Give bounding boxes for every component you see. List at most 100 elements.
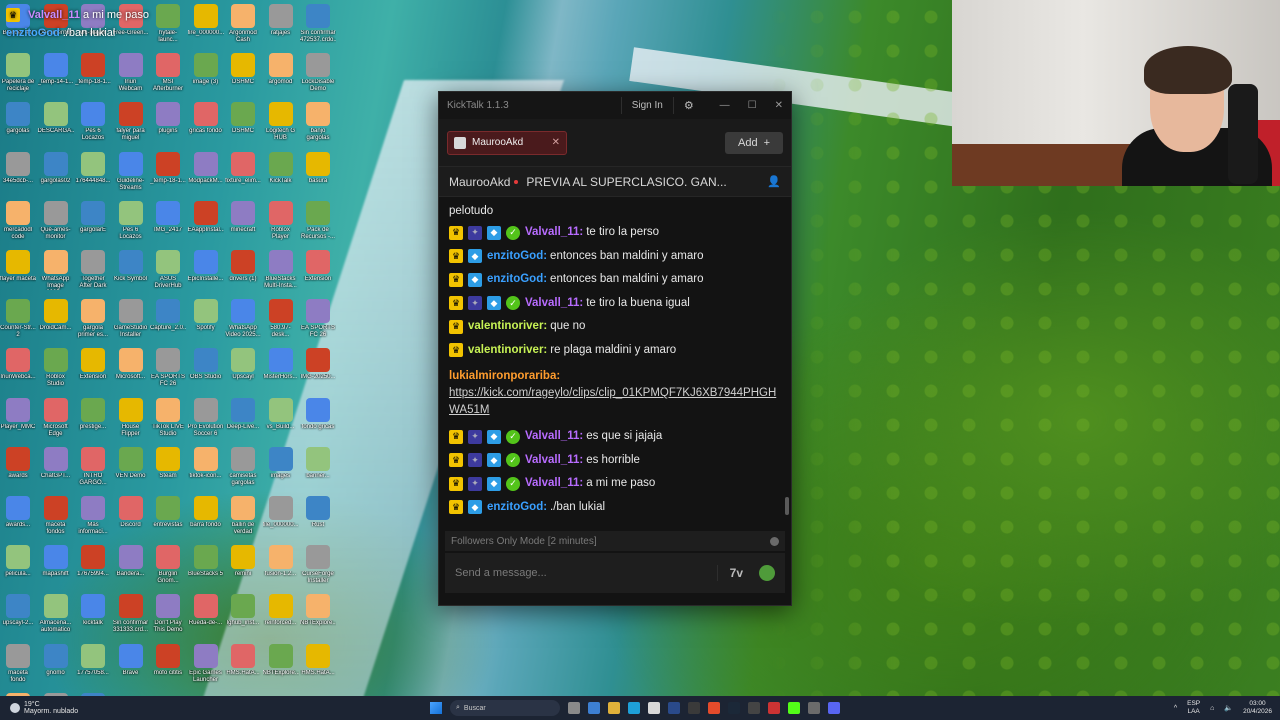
chat-message[interactable]: ♛ ✦ ◆ ✓ Valvall_11: te tiro la buena igual	[449, 292, 779, 316]
cube-badge-icon[interactable]: ◆	[468, 272, 482, 287]
task-view-icon[interactable]	[568, 702, 580, 714]
desktop-icon[interactable]: MisterHors...	[263, 348, 299, 388]
chat-message[interactable]: ♛ ✦ ◆ ✓ Valvall_11: es que si jajaja	[449, 425, 779, 449]
desktop-icon[interactable]: ASUS DriverHub	[150, 250, 186, 290]
desktop-icon[interactable]: INTRO GARGO...	[75, 446, 111, 487]
desktop-icon[interactable]: 580.97-desk...	[263, 299, 299, 339]
desktop-icon[interactable]: images	[263, 446, 299, 487]
verified-badge-icon[interactable]: ✓	[506, 296, 520, 311]
desktop-icon[interactable]: awards...	[0, 496, 36, 536]
chat-username[interactable]: Valvall_11:	[525, 429, 583, 444]
desktop-icon[interactable]: IriunWebca...	[0, 348, 36, 388]
crown-badge-icon[interactable]: ♛	[449, 343, 463, 358]
bot-badge-icon[interactable]: ✦	[468, 225, 482, 240]
desktop-icon[interactable]: pelicula...	[0, 545, 36, 585]
fc-icon[interactable]	[668, 702, 680, 714]
desktop-icon[interactable]: argomod	[263, 53, 299, 93]
desktop-icon[interactable]: lghub_inst...	[225, 594, 261, 634]
desktop-icon[interactable]: ChatGPT...	[38, 446, 74, 487]
cube-badge-icon[interactable]: ◆	[487, 429, 501, 444]
desktop-icon[interactable]: _temp-14-1...	[38, 53, 74, 93]
calculator-icon[interactable]	[648, 702, 660, 714]
desktop-icon[interactable]: EA SPORTS FC 26	[150, 348, 186, 388]
chat-username[interactable]: lukialmironporariba:	[449, 368, 560, 385]
chat-username[interactable]: Valvall_11:	[525, 476, 583, 491]
volume-icon[interactable]: 🔈	[1224, 704, 1233, 712]
desktop-icon[interactable]: mercadodl code	[0, 200, 36, 241]
user-icon[interactable]: 👤	[767, 175, 781, 188]
desktop-icon[interactable]: gricas fondo	[188, 102, 224, 142]
desktop-icon[interactable]: Counter-Str... 2	[0, 299, 36, 339]
desktop-icon[interactable]: Brave	[113, 643, 149, 684]
desktop-icon[interactable]: Spotify	[188, 299, 224, 339]
desktop-icon[interactable]: remini	[225, 545, 261, 585]
desktop-icon[interactable]: Qué-ames-monitor	[38, 200, 74, 241]
desktop-icon[interactable]: 176444848...	[75, 151, 111, 192]
desktop-icon[interactable]: Deep-Live...	[225, 397, 261, 438]
desktop-icon[interactable]: HMS.HatA...	[300, 643, 336, 684]
7tv-emote-icon[interactable]: 7v	[730, 566, 743, 580]
chat-username[interactable]: Valvall_11:	[525, 296, 583, 311]
desktop-icon[interactable]: gargola primer es...	[75, 299, 111, 339]
brave-icon[interactable]	[708, 702, 720, 714]
desktop-icon[interactable]: Sin confirmar 472537.crdo...	[300, 4, 336, 44]
chat-message[interactable]: lukialmironporariba: https://kick.com/rag…	[449, 362, 779, 425]
desktop-icon[interactable]: IMG_2417	[150, 200, 186, 241]
desktop-icon[interactable]: Microsoft Edge	[38, 397, 74, 438]
cube-badge-icon[interactable]: ◆	[487, 296, 501, 311]
desktop-icon[interactable]: banner...	[300, 446, 336, 487]
desktop-icon[interactable]: OBS Studio	[188, 348, 224, 388]
chat-message[interactable]: ♛ ◆ enzitoGod: ./ban lukial	[449, 496, 779, 520]
desktop-icon[interactable]: prestige...	[75, 397, 111, 438]
add-channel-button[interactable]: Add +	[725, 131, 783, 154]
desktop-icon[interactable]: Rueda-de-...	[188, 594, 224, 634]
desktop-icon[interactable]: Player_MMC	[0, 397, 36, 438]
desktop-icon[interactable]: KickTalk	[263, 151, 299, 192]
close-button[interactable]: ✕	[775, 100, 783, 111]
chat-message[interactable]: ♛ valentinoriver: que no	[449, 315, 779, 339]
desktop-icon[interactable]: barra fondo	[188, 496, 224, 536]
desktop-icon[interactable]: Pro Evolution Soccer 6	[188, 397, 224, 438]
desktop-icon[interactable]: House Flipper	[113, 397, 149, 438]
desktop-icon[interactable]: Guideline-Streams	[113, 151, 149, 192]
desktop-icon[interactable]: NBTExplore...	[300, 594, 336, 634]
crown-badge-icon[interactable]: ♛	[449, 453, 463, 468]
cube-badge-icon[interactable]: ◆	[468, 249, 482, 264]
desktop-icon[interactable]: upscayl-2...	[0, 594, 36, 634]
desktop-icon[interactable]: Don't Play This Demo	[150, 594, 186, 634]
desktop-icon[interactable]: DSHMC	[225, 102, 261, 142]
verified-badge-icon[interactable]: ✓	[506, 225, 520, 240]
desktop-icon[interactable]: minecraft	[225, 200, 261, 241]
desktop-icon[interactable]: Almacena... automatico	[38, 594, 74, 634]
chat-message[interactable]: pelotudo	[449, 201, 779, 221]
chat-message[interactable]: ♛ ✦ ◆ ✓ Valvall_11: es horrible	[449, 449, 779, 473]
crown-badge-icon[interactable]: ♛	[449, 225, 463, 240]
desktop-icon[interactable]: ModpackM...	[188, 151, 224, 192]
desktop-icon[interactable]: plugins	[150, 102, 186, 142]
chat-username[interactable]: valentinoriver:	[468, 343, 547, 358]
chat-link[interactable]: https://kick.com/rageylo/clips/clip_01KP…	[449, 385, 779, 419]
desktop-icon[interactable]: Bandera...	[113, 545, 149, 585]
desktop-icon[interactable]: Pack de Recursos -...	[300, 200, 336, 241]
desktop-icon[interactable]: Roblox Studio	[38, 348, 74, 388]
gear-icon[interactable]: ⚙	[684, 99, 694, 112]
desktop-icon[interactable]: file_000000...	[263, 496, 299, 536]
desktop-icon[interactable]: BlueStacks 5	[188, 545, 224, 585]
desktop-icon[interactable]: flayer maceta	[0, 250, 36, 290]
desktop-icon[interactable]: gargolarE	[75, 200, 111, 241]
desktop-icon[interactable]: Kick Symbol	[113, 250, 149, 290]
desktop-icon[interactable]: falyer para miguel	[113, 102, 149, 142]
chat-message[interactable]: ♛ valentinoriver: re plaga maldini y amaro	[449, 339, 779, 363]
desktop-icon[interactable]: DSHMC	[225, 53, 261, 93]
desktop-icon[interactable]: Más informaci...	[75, 496, 111, 536]
desktop-icon[interactable]: entrevistas	[150, 496, 186, 536]
crown-badge-icon[interactable]: ♛	[449, 500, 463, 515]
desktop-icon[interactable]: image (3)	[188, 53, 224, 93]
chat-message[interactable]: ♛ ◆ enzitoGod: entonces ban maldini y amaro	[449, 268, 779, 292]
desktop-icon[interactable]: vs_Build...	[263, 397, 299, 438]
desktop-icon[interactable]: Iriun Webcam	[113, 53, 149, 93]
desktop-icon[interactable]: ratjajes	[263, 4, 299, 44]
desktop-icon[interactable]: _temp-18-1...	[75, 53, 111, 93]
desktop-icon[interactable]: WhatsApp Video 2025...	[225, 299, 261, 339]
steam-icon[interactable]	[728, 702, 740, 714]
